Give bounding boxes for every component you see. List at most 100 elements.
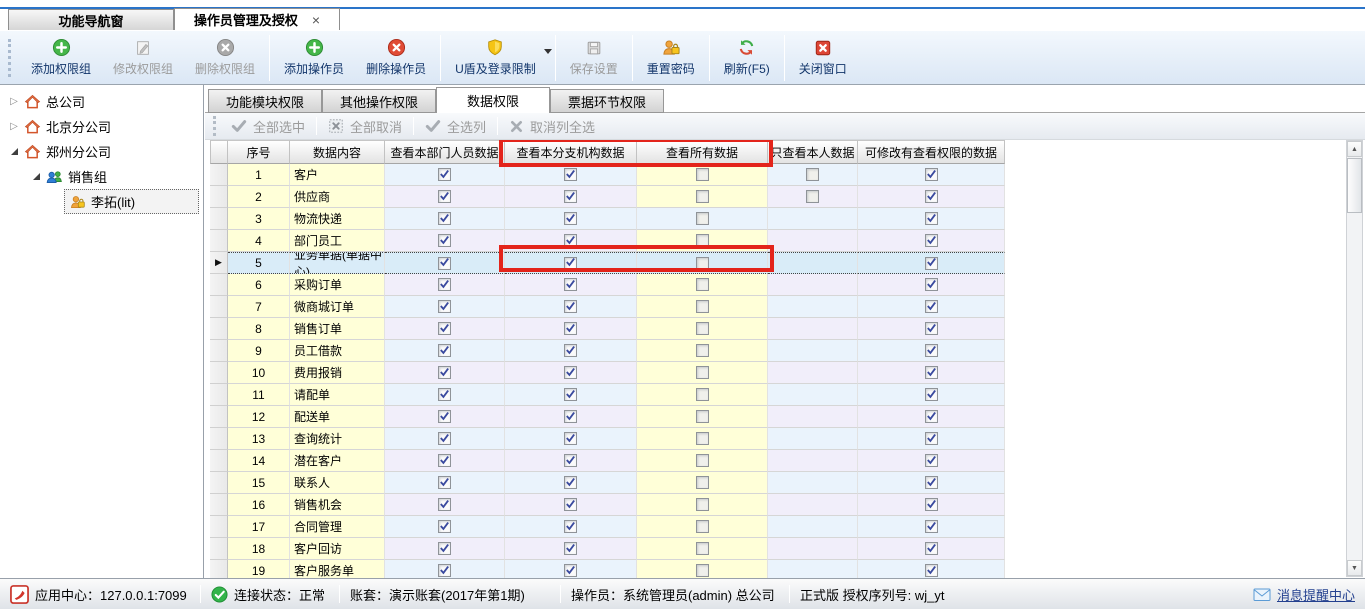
checkbox-branch-checked[interactable] [564,388,577,401]
checkbox-branch-checked[interactable] [564,520,577,533]
checkbox-modify-checked[interactable] [925,564,938,577]
toolbar-button[interactable]: 添加权限组 [20,34,102,82]
checkbox-branch-checked[interactable] [564,410,577,423]
checkbox-all-unchecked[interactable] [696,564,709,577]
table-row[interactable]: 15联系人 [210,472,1365,494]
column-header-modify-data[interactable]: 可修改有查看权限的数据 [858,140,1005,164]
checkbox-all-unchecked[interactable] [696,366,709,379]
checkbox-all-unchecked[interactable] [696,322,709,335]
checkbox-branch-checked[interactable] [564,542,577,555]
checkbox-all-unchecked[interactable] [696,476,709,489]
checkbox-dept-checked[interactable] [438,476,451,489]
row-selector[interactable] [210,472,228,494]
table-row[interactable]: 3物流快递 [210,208,1365,230]
tree-node[interactable]: 总公司 [20,90,89,113]
checkbox-modify-checked[interactable] [925,234,938,247]
toolbar-button[interactable]: 修改权限组 [102,34,184,82]
checkbox-all-unchecked[interactable] [696,168,709,181]
checkbox-branch-checked[interactable] [564,476,577,489]
table-row[interactable]: 1客户 [210,164,1365,186]
checkbox-modify-checked[interactable] [925,257,938,270]
message-center-link[interactable]: 消息提醒中心 [1253,585,1355,604]
checkbox-dept-checked[interactable] [438,564,451,577]
checkbox-dept-checked[interactable] [438,168,451,181]
toolbar-button[interactable]: 关闭窗口 [788,34,858,82]
checkbox-branch-checked[interactable] [564,564,577,577]
column-header-dept-data[interactable]: 查看本部门人员数据 [385,140,505,164]
column-header-branch-data[interactable]: 查看本分支机构数据 [505,140,637,164]
checkbox-modify-checked[interactable] [925,476,938,489]
checkbox-dept-checked[interactable] [438,234,451,247]
row-selector[interactable] [210,318,228,340]
table-row[interactable]: 6采购订单 [210,274,1365,296]
checkbox-all-unchecked[interactable] [696,257,709,270]
checkbox-all-unchecked[interactable] [696,498,709,511]
tree-expand-icon[interactable]: ▷ [8,96,20,107]
checkbox-all-unchecked[interactable] [696,300,709,313]
table-row[interactable]: 9员工借款 [210,340,1365,362]
toolbar-button[interactable]: 删除操作员 [355,34,437,82]
scroll-up-icon[interactable]: ▲ [1347,141,1362,157]
checkbox-all-unchecked[interactable] [696,212,709,225]
checkbox-self-unchecked[interactable] [806,190,819,203]
column-header-seq[interactable]: 序号 [228,140,290,164]
row-selector[interactable] [210,406,228,428]
toolbar-button[interactable]: 删除权限组 [184,34,266,82]
tree-item[interactable]: ▷北京分公司 [0,114,203,139]
checkbox-dept-checked[interactable] [438,278,451,291]
checkbox-all-unchecked[interactable] [696,410,709,423]
row-selector[interactable] [210,494,228,516]
checkbox-modify-checked[interactable] [925,542,938,555]
row-selector[interactable]: ▶ [210,252,228,274]
checkbox-all-unchecked[interactable] [696,190,709,203]
checkbox-branch-checked[interactable] [564,257,577,270]
checkbox-modify-checked[interactable] [925,344,938,357]
checkbox-branch-checked[interactable] [564,322,577,335]
close-tab-icon[interactable]: × [312,12,320,28]
checkbox-modify-checked[interactable] [925,322,938,335]
row-selector[interactable] [210,274,228,296]
checkbox-dept-checked[interactable] [438,322,451,335]
tree-item[interactable]: ▷总公司 [0,89,203,114]
table-row[interactable]: 10费用报销 [210,362,1365,384]
grid-toolbar-button[interactable]: 全选列 [417,117,494,136]
tree-node[interactable]: 郑州分公司 [20,140,115,163]
checkbox-branch-checked[interactable] [564,234,577,247]
grid-toolbar-button[interactable]: 全部取消 [320,117,410,136]
permission-tab[interactable]: 其他操作权限 [322,89,436,113]
checkbox-dept-checked[interactable] [438,366,451,379]
checkbox-branch-checked[interactable] [564,454,577,467]
row-selector[interactable] [210,362,228,384]
row-selector[interactable] [210,208,228,230]
table-row[interactable]: 14潜在客户 [210,450,1365,472]
checkbox-all-unchecked[interactable] [696,234,709,247]
permission-tab[interactable]: 数据权限 [436,87,550,113]
checkbox-modify-checked[interactable] [925,432,938,445]
toolbar-button[interactable]: 保存设置 [559,34,629,82]
table-row[interactable]: 7微商城订单 [210,296,1365,318]
checkbox-branch-checked[interactable] [564,498,577,511]
column-header-content[interactable]: 数据内容 [290,140,385,164]
checkbox-modify-checked[interactable] [925,212,938,225]
tree-collapse-icon[interactable] [30,173,42,180]
checkbox-all-unchecked[interactable] [696,454,709,467]
row-selector[interactable] [210,296,228,318]
checkbox-dept-checked[interactable] [438,300,451,313]
checkbox-modify-checked[interactable] [925,300,938,313]
toolbar-button[interactable]: 刷新(F5) [713,34,781,82]
checkbox-dept-checked[interactable] [438,212,451,225]
table-row[interactable]: 12配送单 [210,406,1365,428]
checkbox-modify-checked[interactable] [925,520,938,533]
tree-node[interactable]: 李拓(lit) [64,189,199,214]
checkbox-dept-checked[interactable] [438,432,451,445]
table-row[interactable]: 13查询统计 [210,428,1365,450]
row-selector[interactable] [210,230,228,252]
row-selector[interactable] [210,428,228,450]
tree-expand-icon[interactable]: ▷ [8,121,20,132]
column-header-self-data[interactable]: 只查看本人数据 [768,140,858,164]
checkbox-all-unchecked[interactable] [696,432,709,445]
checkbox-dept-checked[interactable] [438,388,451,401]
grid-toolbar-button[interactable]: 全部选中 [223,117,313,136]
table-row[interactable]: 2供应商 [210,186,1365,208]
checkbox-branch-checked[interactable] [564,168,577,181]
